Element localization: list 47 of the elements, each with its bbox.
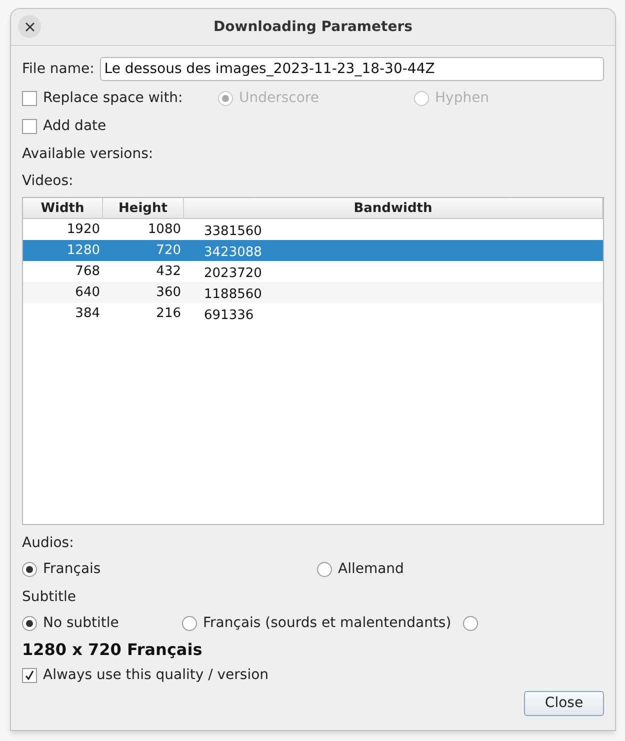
checkbox[interactable]: Replace space with:	[22, 88, 218, 108]
checkbox-box	[22, 118, 37, 134]
table-cell-text: 1080	[146, 221, 182, 239]
section-label: Audios:	[22, 534, 75, 553]
table-cell-text: 640	[74, 284, 101, 302]
table-cell-text: 691336	[203, 307, 255, 324]
table-cell-text: 1188560	[203, 286, 263, 303]
column-header[interactable]: Bandwidth	[184, 198, 603, 218]
section-label: Subtitle	[22, 588, 78, 607]
selection-summary: 1280 x 720 Français	[22, 639, 204, 660]
close-icon	[24, 22, 34, 32]
checkbox-box	[22, 90, 37, 106]
section-label: Videos:	[22, 172, 74, 191]
radio-label: Français	[43, 560, 101, 578]
table-cell-text: 768	[74, 263, 101, 281]
table-cell-text: 1280	[66, 242, 101, 260]
table-row[interactable]: 1280 720 3423088	[23, 240, 603, 261]
table-cell-text: 2023720	[203, 265, 263, 282]
table-cell-text: 1920	[66, 221, 101, 239]
radio-option[interactable]: Français	[22, 559, 317, 579]
radio-label: No subtitle	[43, 614, 119, 632]
radio-option[interactable]: No subtitle	[22, 613, 182, 633]
column-header[interactable]: Height	[103, 198, 184, 218]
table-cell-text: 216	[155, 305, 182, 323]
column-header[interactable]: Width	[23, 198, 103, 218]
checkbox[interactable]: Add date	[22, 116, 604, 136]
close-dialog-button[interactable]: Close	[524, 691, 604, 716]
window-title: Downloading Parameters	[214, 18, 412, 36]
checkbox[interactable]: Always use this quality / version	[22, 665, 604, 685]
radio-label: Underscore	[239, 88, 319, 108]
radio-option[interactable]: Allemand	[317, 559, 404, 579]
checkbox-label: Replace space with:	[43, 88, 183, 108]
radio-label: Allemand	[338, 560, 404, 578]
table-cell-text: 384	[74, 305, 101, 323]
table-cell-text: 720	[155, 242, 182, 260]
checkbox-label: Add date	[43, 116, 106, 136]
table-cell-text: 432	[155, 263, 182, 281]
table-cell-text: 3381560	[203, 223, 263, 240]
radio-label: Hyphen	[435, 88, 490, 108]
table-row[interactable]: 640 360 1188560	[23, 282, 603, 303]
section-label: Available versions:	[22, 145, 154, 164]
table-cell-text: 360	[155, 284, 182, 302]
file-name-field[interactable]: Le dessous des images_2023-11-23_18-30-44Z	[100, 57, 604, 81]
table-cell-text: 3423088	[203, 244, 263, 261]
checkbox-label: Always use this quality / version	[43, 666, 269, 684]
close-button[interactable]	[18, 15, 41, 38]
field-label: File name:	[22, 60, 94, 78]
